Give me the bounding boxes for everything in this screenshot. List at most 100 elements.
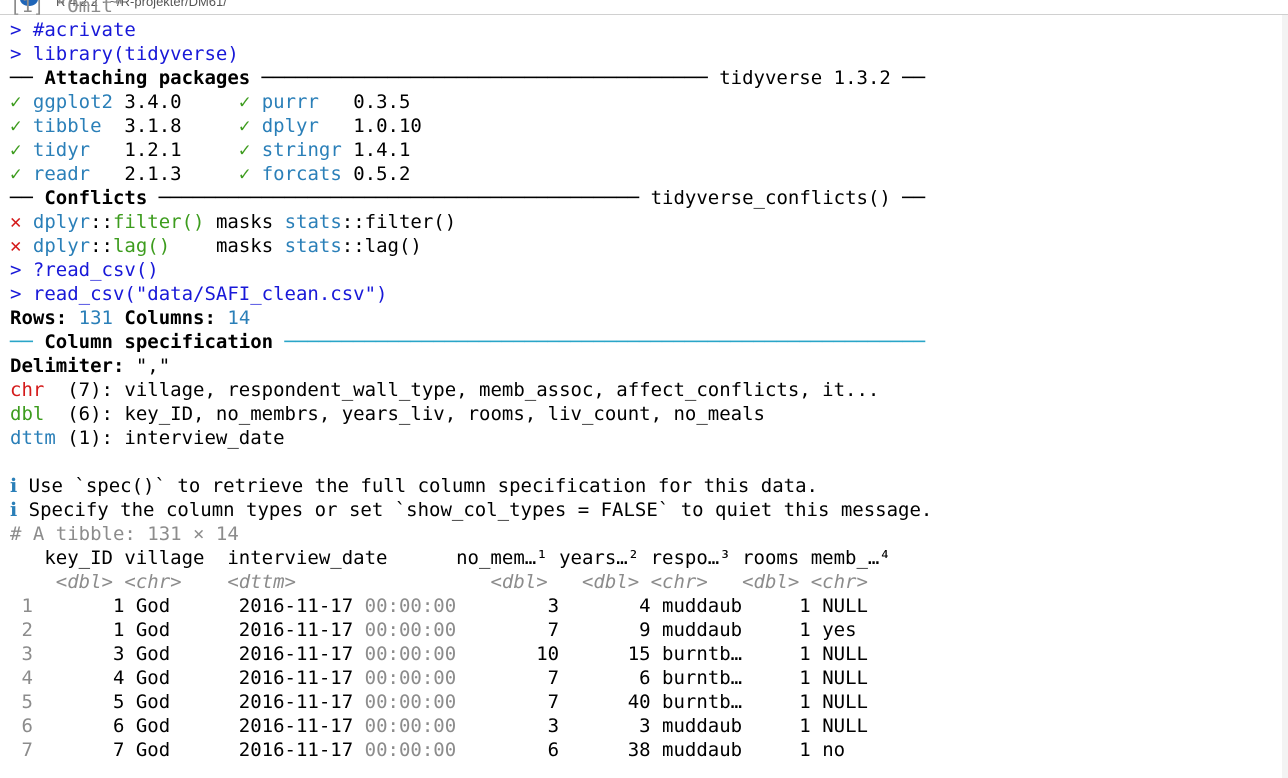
console-text: 5 [10,691,45,713]
console-text: Use `spec()` to retrieve the full column… [28,475,818,497]
console-text: ── [10,331,45,353]
console-text: > [10,283,33,305]
console-text: Specify the column types or set `show_co… [28,499,933,521]
console-text: (1): interview_date [55,427,285,449]
console-text: > [10,43,33,65]
console-text: ── [890,187,926,209]
console-text: ✓ [238,91,262,113]
console-text: read_csv("data/SAFI_clean.csv") [32,283,388,305]
console-text: key_ID village interview_date no_mem…¹ y… [10,547,891,569]
console-text: 2 [10,619,45,641]
console-text: ────────────────────────────────────────… [147,187,651,209]
console-text: Delimiter: [10,355,136,377]
console-text: 1.0.10 [341,115,422,137]
console-text: 1 God 2016-11-17 [44,595,365,617]
console-text: ✓ [238,139,262,161]
console-text: tidyverse 1.3.2 [719,67,891,89]
console-text: masks [204,211,285,233]
console-line-conflict: ✕ dplyr::filter() masks stats::filter() [10,210,456,234]
console-text: dttm [10,427,56,449]
console-text: "," [135,355,171,377]
console-line-row: 5 5 God 2016-11-17 00:00:00 7 40 burntb…… [10,690,868,714]
console-text: 1 [10,595,45,617]
console-text: tidyverse_conflicts() [650,187,891,209]
console-line-hint: ℹ Use `spec()` to retrieve the full colu… [10,474,818,498]
console-text: 7 40 burntb… 1 NULL [456,691,868,713]
console-text: masks [170,235,285,257]
console-text: [1] "Omit" [10,0,125,17]
console-text: ✓ [10,139,33,161]
console-line-row: 6 6 God 2016-11-17 00:00:00 3 3 muddaub … [10,714,868,738]
console-text: 3 God 2016-11-17 [44,643,365,665]
console-text: stringr [261,139,342,161]
console-text: stats [284,211,342,233]
console-text: Conflicts [44,187,148,209]
console-text: 7 God 2016-11-17 [44,739,365,761]
console-line-pkg: ✓ tibble 3.1.8 ✓ dplyr 1.0.10 [10,114,422,138]
console-line-tibble: # A tibble: 131 × 14 [10,522,239,546]
console-line-pkg: ✓ readr 2.1.3 ✓ forcats 0.5.2 [10,162,410,186]
console-text: 3 [10,643,45,665]
console-text: :: [90,211,113,233]
console-text: 10 15 burntb… 1 NULL [456,643,868,665]
console-line-pkg: ✓ tidyr 1.2.1 ✓ stringr 1.4.1 [10,138,410,162]
console-text: ✓ [10,91,33,113]
console-text: 7 [10,739,45,761]
console-text: dplyr [261,115,342,137]
console-line-spec: chr (7): village, respondent_wall_type, … [10,378,879,402]
console-text: > [10,259,33,281]
console-line-types: <dbl> <chr> <dttm> <dbl> <dbl> <chr> <db… [10,570,868,594]
console-text: forcats [261,163,342,185]
console-text: 4 [10,667,45,689]
console-text: tibble [32,115,113,137]
console-text: 0.3.5 [341,91,411,113]
console-text: 00:00:00 [364,715,457,737]
console-text: filter() [112,211,205,233]
console-text: ─────────────────────────────────────── [250,67,720,89]
console-text: ✓ [10,163,33,185]
console-line-cmd: > library(tidyverse) [10,42,239,66]
console-text: ── [10,187,45,209]
console-line-row: 4 4 God 2016-11-17 00:00:00 7 6 burntb… … [10,666,868,690]
console-text: ::lag() [341,235,422,257]
console-line-cmd: > read_csv("data/SAFI_clean.csv") [10,282,388,306]
console-text: 00:00:00 [364,667,457,689]
console-line-rule: ── Attaching packages ──────────────────… [10,66,925,90]
console-text: <dbl> <chr> <dttm> <dbl> <dbl> <chr> <db… [55,571,868,593]
console-text: tidyr [32,139,113,161]
console-text: 6 God 2016-11-17 [44,715,365,737]
console-text: 4 God 2016-11-17 [44,667,365,689]
console-line-result: [1] "Omit" [10,0,124,18]
console-text: 7 9 muddaub 1 yes [456,619,857,641]
console-line-pkg: ✓ ggplot2 3.4.0 ✓ purrr 0.3.5 [10,90,410,114]
console-line-spec: dttm (1): interview_date [10,426,285,450]
console-text: 1.2.1 [112,139,239,161]
console-text: ── [10,67,45,89]
console-text: 3.1.8 [112,115,239,137]
console-text: 0.5.2 [341,163,411,185]
console-text: 1.4.1 [341,139,411,161]
console-text: 00:00:00 [364,619,457,641]
console-text: ── [890,67,926,89]
console-text: dbl [10,403,56,425]
console-text: ✕ [10,235,33,257]
console-text: 3.4.0 [112,91,239,113]
console-text: 00:00:00 [364,595,457,617]
console-text: purrr [261,91,342,113]
console-line-hint: ℹ Specify the column types or set `show_… [10,498,932,522]
console-text: 131 [78,307,113,329]
console-text: ℹ [10,499,29,521]
console-text: 3 3 muddaub 1 NULL [456,715,868,737]
console-text: #acrivate [32,19,136,41]
console-text: 7 6 burntb… 1 NULL [456,667,868,689]
console-text: # A tibble: 131 × 14 [10,523,239,545]
console-text: 00:00:00 [364,691,457,713]
console-line-row: 2 1 God 2016-11-17 00:00:00 7 9 muddaub … [10,618,857,642]
console-scrollbar[interactable] [1282,15,1288,778]
console-text: stats [284,235,342,257]
console-line-header: key_ID village interview_date no_mem…¹ y… [10,546,891,570]
console-text: ✓ [238,115,262,137]
console-text: ────────────────────────────────────────… [273,331,926,353]
console-text: 5 God 2016-11-17 [44,691,365,713]
